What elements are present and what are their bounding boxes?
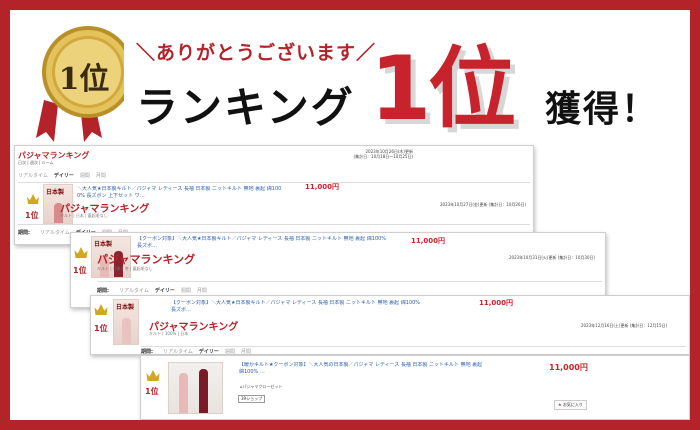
made-in-japan-mark: 日本製 — [94, 241, 113, 248]
list-subtitle: 日次 | 週次 | ルーム — [18, 160, 54, 165]
medal-label: 1位 — [58, 62, 110, 97]
favorite-button[interactable]: ★ お気に入り — [554, 400, 587, 410]
divider — [18, 224, 530, 225]
tab-daily[interactable]: デイリー — [54, 172, 74, 179]
tab-weekly[interactable]: 週間 — [225, 348, 235, 354]
divider — [97, 281, 602, 282]
ranking-screenshot-card: パジャマランキング 2023年10月26日(木)更新 (集計日：10月18日〜10… — [14, 145, 534, 245]
product-tags: キルト | 日本 | 裏起毛なし — [60, 213, 108, 218]
rank-number: 1位 — [94, 324, 108, 333]
tab-daily[interactable]: デイリー — [199, 348, 219, 354]
model-figure — [179, 373, 188, 413]
crown-icon — [146, 370, 160, 381]
tab-monthly[interactable]: 月間 — [241, 348, 251, 354]
crown-icon — [94, 304, 108, 315]
updated-date: 2023年12月16日(土)更新 (集計日：12月15日) — [581, 323, 668, 328]
period-tabs: 期間: リアルタイム デイリー 週間 月間 — [141, 348, 251, 355]
crown-icon — [74, 247, 88, 258]
list-date: 2023年10月26日(木)更新 (集計日：10月18日〜10月25日) — [353, 149, 413, 159]
made-in-japan-mark: 日本製 — [46, 189, 65, 196]
rank-number: 1位 — [73, 266, 87, 275]
divider — [18, 182, 530, 183]
tab-weekly[interactable]: 週間 — [80, 172, 90, 179]
rank-number: 1位 — [25, 211, 39, 220]
crown-icon — [27, 194, 39, 204]
star-icon: ★ — [558, 402, 562, 407]
product-price: 11,000円 — [411, 237, 446, 245]
acquired-heading: 獲得！ — [545, 89, 660, 130]
tab-realtime[interactable]: リアルタイム — [40, 229, 70, 236]
updated-date: 2023年10月27日(金)更新 (集計日：10月26日) — [440, 202, 527, 207]
shop-name: パジャマランキング — [97, 253, 196, 266]
tab-realtime[interactable]: リアルタイム — [163, 348, 193, 354]
product-price: 11,000円 — [479, 299, 514, 307]
shop-badge: 39ショップ — [238, 395, 266, 403]
divider — [141, 346, 686, 347]
product-tags: キルト | 日本 | 冬 | 裏起毛なし — [97, 266, 153, 271]
product-price: 11,000円 — [305, 183, 340, 191]
period-tabs: リアルタイム デイリー 週間 月間 — [18, 172, 106, 179]
tab-monthly[interactable]: 月間 — [96, 172, 106, 179]
product-price: 11,000円 — [549, 363, 588, 372]
ranking-screenshot-card: 1位 日本製 【クーポン対象】＼大人気★日本製キルト／パジャマ レディース 長袖… — [90, 295, 690, 355]
product-title-link[interactable]: 【暖かキルト★クーポン対象】＼大人気の日本製／パジャマ レディース 長袖 日本製… — [239, 362, 539, 376]
tab-daily[interactable]: デイリー — [155, 287, 175, 294]
tab-realtime[interactable]: リアルタイム — [119, 287, 149, 294]
rank-number: 1位 — [145, 387, 159, 396]
period-label: 期間: — [97, 288, 109, 294]
tab-monthly[interactable]: 月間 — [197, 287, 207, 294]
ranking-heading: ランキング — [136, 83, 355, 132]
model-figure — [122, 318, 131, 344]
product-tags: キルト | 100% | 日本 — [149, 331, 189, 336]
ranking-banner: 1位 ＼ありがとうございます／ ランキング 1位 獲得！ パジャマランキング 2… — [10, 10, 690, 420]
shop-link[interactable]: パジャマクローゼット — [240, 384, 283, 390]
made-in-japan-mark: 日本製 — [116, 304, 135, 311]
period-tabs: 期間: リアルタイム デイリー 週間 月間 — [97, 287, 207, 294]
period-label: 期間: — [141, 349, 153, 355]
tab-realtime[interactable]: リアルタイム — [18, 172, 48, 179]
product-thumbnail[interactable] — [168, 362, 223, 414]
rank-first-heading: 1位 — [370, 37, 516, 140]
thanks-heading: ＼ありがとうございます／ — [136, 42, 377, 64]
product-title-link[interactable]: 【クーポン対象】＼大人気★日本製キルト／パジャマ レディース 長袖 日本製 ニッ… — [171, 300, 531, 314]
updated-date: 2023年10月31日(火)更新 (集計日：10月30日) — [509, 255, 596, 260]
model-figure — [199, 369, 208, 413]
favorite-label: お気に入り — [562, 402, 583, 407]
ranking-screenshot-card: 1位 【暖かキルト★クーポン対象】＼大人気の日本製／パジャマ レディース 長袖 … — [140, 355, 690, 420]
period-label: 期間: — [18, 230, 30, 236]
tab-weekly[interactable]: 週間 — [181, 287, 191, 294]
product-thumbnail[interactable]: 日本製 — [113, 299, 139, 345]
